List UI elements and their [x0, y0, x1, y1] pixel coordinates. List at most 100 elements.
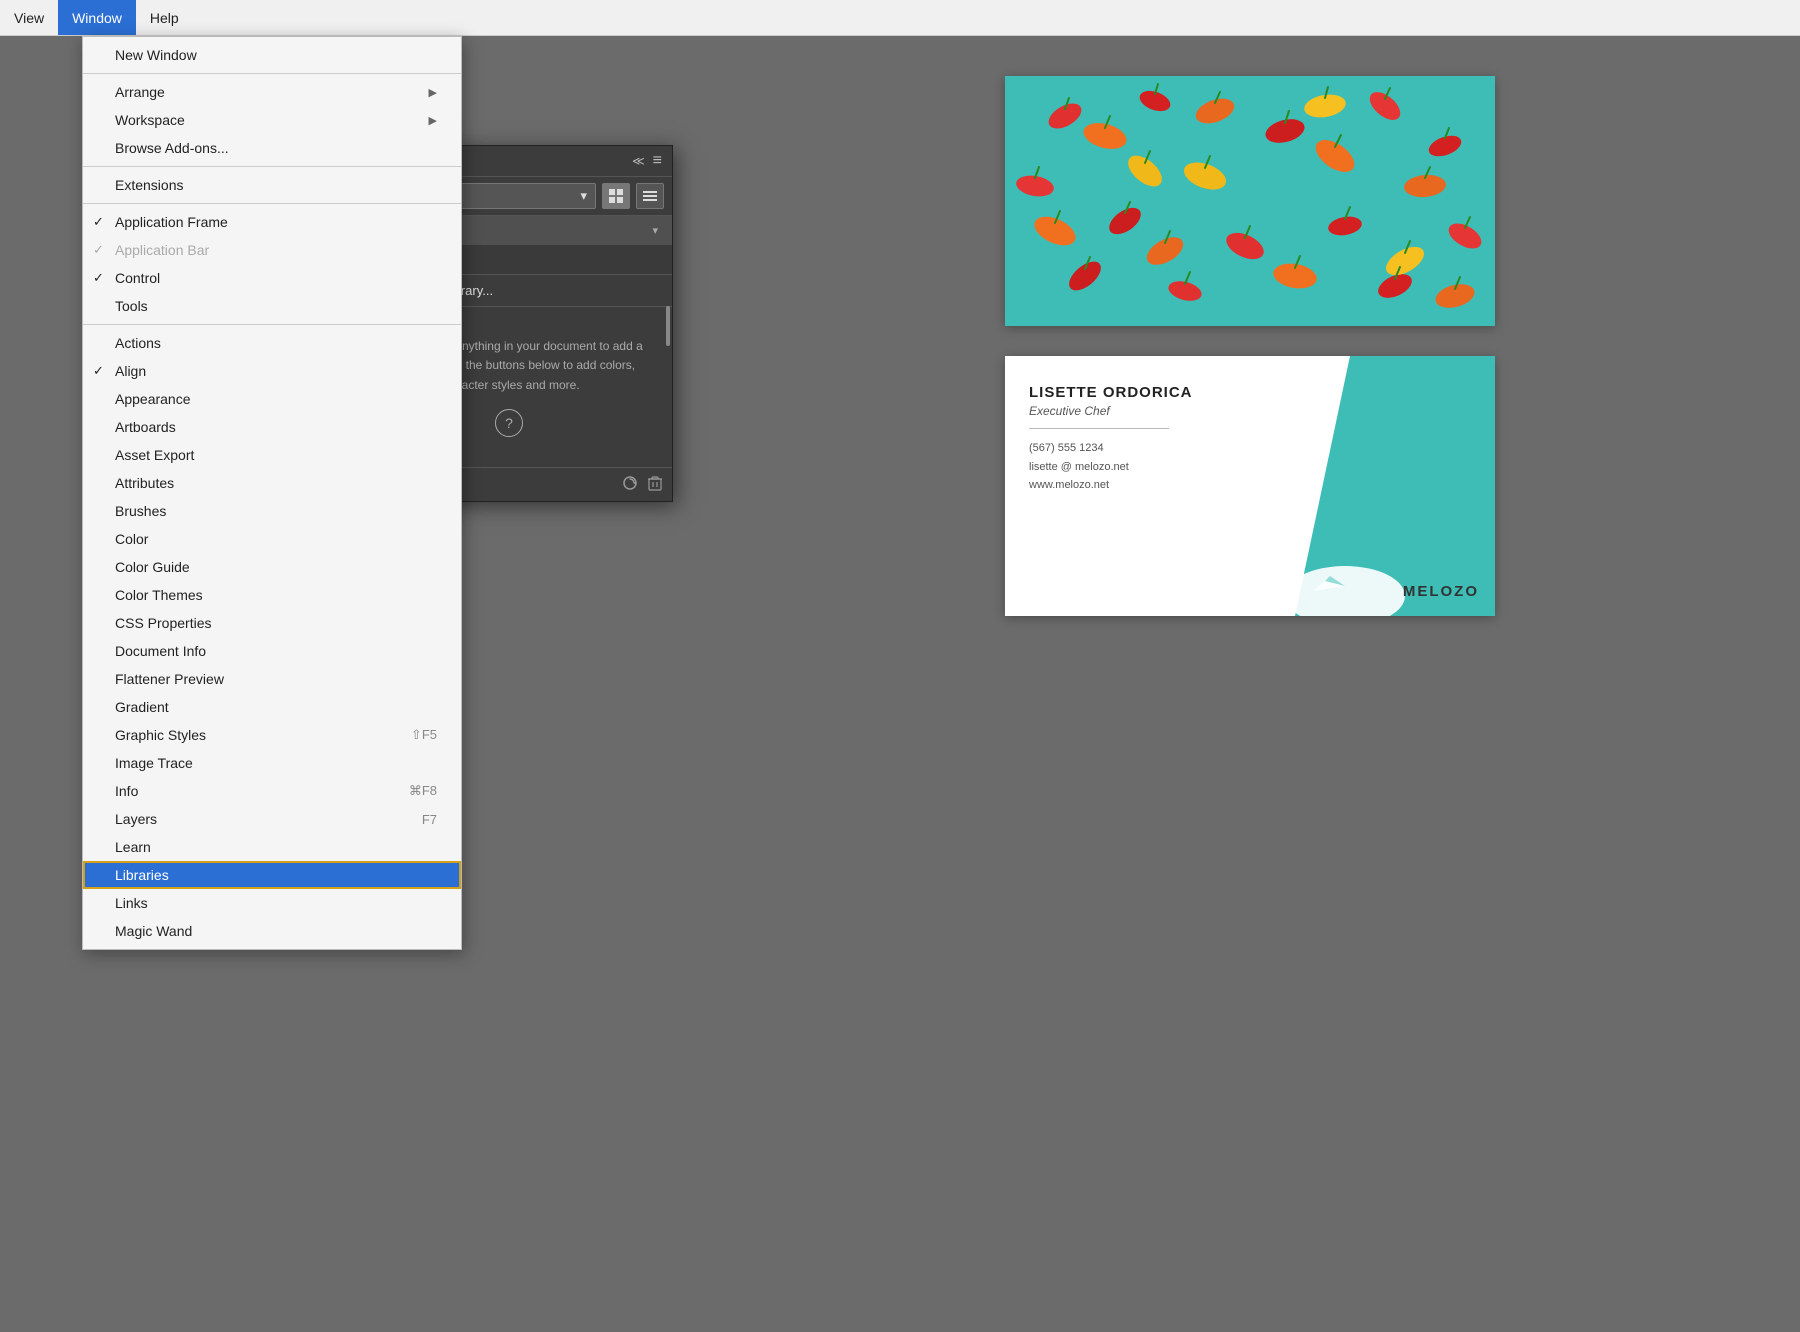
bc-name: LISETTE ORDORICA: [1029, 384, 1271, 401]
grid-icon: [609, 189, 623, 203]
peppers-artwork: [1005, 76, 1495, 326]
menu-item-control[interactable]: ✓ Control: [83, 264, 461, 292]
menu-item-color-themes[interactable]: Color Themes: [83, 581, 461, 609]
graphic-styles-label: Graphic Styles: [115, 727, 206, 743]
window-dropdown-menu: New Window Arrange ▶ Workspace ▶ Browse …: [82, 36, 462, 950]
menu-item-image-trace[interactable]: Image Trace: [83, 749, 461, 777]
menu-item-magic-wand[interactable]: Magic Wand: [83, 917, 461, 945]
css-properties-label: CSS Properties: [115, 615, 211, 631]
menu-item-learn[interactable]: Learn: [83, 833, 461, 861]
bc-email: lisette @ melozo.net: [1029, 458, 1271, 477]
workspace-arrow-icon: ▶: [429, 114, 437, 127]
delete-icon[interactable]: [648, 475, 662, 495]
menu-item-flattener-preview[interactable]: Flattener Preview: [83, 665, 461, 693]
menu-item-libraries[interactable]: Libraries: [83, 861, 461, 889]
menu-item-color-guide[interactable]: Color Guide: [83, 553, 461, 581]
menu-item-align[interactable]: ✓ Align: [83, 357, 461, 385]
bc-brand-logo: MELOZO: [1403, 583, 1479, 600]
help-question-mark: ?: [505, 415, 513, 431]
menubar: View Window Help: [0, 0, 1800, 36]
bc-phone: (567) 555 1234: [1029, 439, 1271, 458]
application-frame-label: Application Frame: [115, 214, 228, 230]
panel-collapse-icon[interactable]: ≪: [632, 154, 645, 168]
menu-item-gradient[interactable]: Gradient: [83, 693, 461, 721]
layers-shortcut: F7: [422, 812, 437, 827]
dropdown-chevron-icon: ▾: [580, 188, 587, 204]
menu-item-actions[interactable]: Actions: [83, 329, 461, 357]
sync-icon[interactable]: [622, 475, 638, 495]
peppers-svg: [1005, 76, 1495, 326]
align-label: Align: [115, 363, 146, 379]
menu-item-artboards[interactable]: Artboards: [83, 413, 461, 441]
menu-item-application-bar[interactable]: ✓ Application Bar: [83, 236, 461, 264]
color-themes-label: Color Themes: [115, 587, 203, 603]
menu-item-application-frame[interactable]: ✓ Application Frame: [83, 208, 461, 236]
menu-help[interactable]: Help: [136, 0, 193, 35]
canvas-area: LISETTE ORDORICA Executive Chef (567) 55…: [700, 36, 1800, 1332]
sync-svg-icon: [622, 475, 638, 491]
panel-menu-icon[interactable]: ≡: [653, 152, 662, 170]
bc-divider: [1029, 428, 1169, 429]
align-check-icon: ✓: [93, 363, 104, 379]
gradient-label: Gradient: [115, 699, 169, 715]
menu-item-layers[interactable]: Layers F7: [83, 805, 461, 833]
trash-svg-icon: [648, 475, 662, 491]
menu-item-info[interactable]: Info ⌘F8: [83, 777, 461, 805]
menu-view[interactable]: View: [0, 0, 58, 35]
info-label: Info: [115, 783, 138, 799]
color-guide-label: Color Guide: [115, 559, 190, 575]
bc-website: www.melozo.net: [1029, 476, 1271, 495]
menu-item-css-properties[interactable]: CSS Properties: [83, 609, 461, 637]
layers-label: Layers: [115, 811, 157, 827]
panel-footer-right: [622, 475, 662, 495]
panel-scrollbar[interactable]: [666, 306, 670, 346]
menu-item-graphic-styles[interactable]: Graphic Styles ⇧F5: [83, 721, 461, 749]
workspace-label: Workspace: [115, 112, 185, 128]
menu-item-brushes[interactable]: Brushes: [83, 497, 461, 525]
libraries-label: Libraries: [115, 867, 169, 883]
my-library-expand-icon: ▾: [652, 224, 658, 237]
menu-item-browse-addons[interactable]: Browse Add-ons...: [83, 134, 461, 162]
help-icon[interactable]: ?: [495, 409, 523, 437]
list-icon: [643, 189, 657, 203]
menu-item-new-window[interactable]: New Window: [83, 41, 461, 69]
separator-3: [83, 203, 461, 204]
menu-item-asset-export[interactable]: Asset Export: [83, 441, 461, 469]
menu-item-workspace[interactable]: Workspace ▶: [83, 106, 461, 134]
menu-item-document-info[interactable]: Document Info: [83, 637, 461, 665]
menu-item-arrange[interactable]: Arrange ▶: [83, 78, 461, 106]
application-frame-check-icon: ✓: [93, 214, 104, 230]
business-card-info: LISETTE ORDORICA Executive Chef (567) 55…: [1029, 384, 1271, 495]
menu-item-tools[interactable]: Tools: [83, 292, 461, 320]
separator-4: [83, 324, 461, 325]
attributes-label: Attributes: [115, 475, 174, 491]
graphic-styles-shortcut: ⇧F5: [411, 727, 437, 743]
grid-view-button[interactable]: [602, 183, 630, 209]
brushes-label: Brushes: [115, 503, 166, 519]
panel-titlebar-right: ≪ ≡: [632, 152, 662, 170]
business-card-artwork: LISETTE ORDORICA Executive Chef (567) 55…: [1005, 356, 1495, 616]
control-check-icon: ✓: [93, 270, 104, 286]
document-info-label: Document Info: [115, 643, 206, 659]
browse-addons-label: Browse Add-ons...: [115, 140, 229, 156]
business-card-teal-section: MELOZO: [1295, 356, 1495, 616]
menu-item-color[interactable]: Color: [83, 525, 461, 553]
application-bar-label: Application Bar: [115, 242, 209, 258]
tools-label: Tools: [115, 298, 148, 314]
business-card-white-section: LISETTE ORDORICA Executive Chef (567) 55…: [1005, 356, 1295, 616]
extensions-label: Extensions: [115, 177, 183, 193]
menu-item-appearance[interactable]: Appearance: [83, 385, 461, 413]
asset-export-label: Asset Export: [115, 447, 194, 463]
menu-item-links[interactable]: Links: [83, 889, 461, 917]
separator-2: [83, 166, 461, 167]
bc-title: Executive Chef: [1029, 404, 1271, 418]
menu-item-extensions[interactable]: Extensions: [83, 171, 461, 199]
menu-window[interactable]: Window: [58, 0, 136, 35]
list-view-button[interactable]: [636, 183, 664, 209]
links-label: Links: [115, 895, 148, 911]
arrange-arrow-icon: ▶: [429, 86, 437, 99]
info-shortcut: ⌘F8: [409, 783, 437, 799]
menu-item-attributes[interactable]: Attributes: [83, 469, 461, 497]
color-label: Color: [115, 531, 148, 547]
appearance-label: Appearance: [115, 391, 191, 407]
